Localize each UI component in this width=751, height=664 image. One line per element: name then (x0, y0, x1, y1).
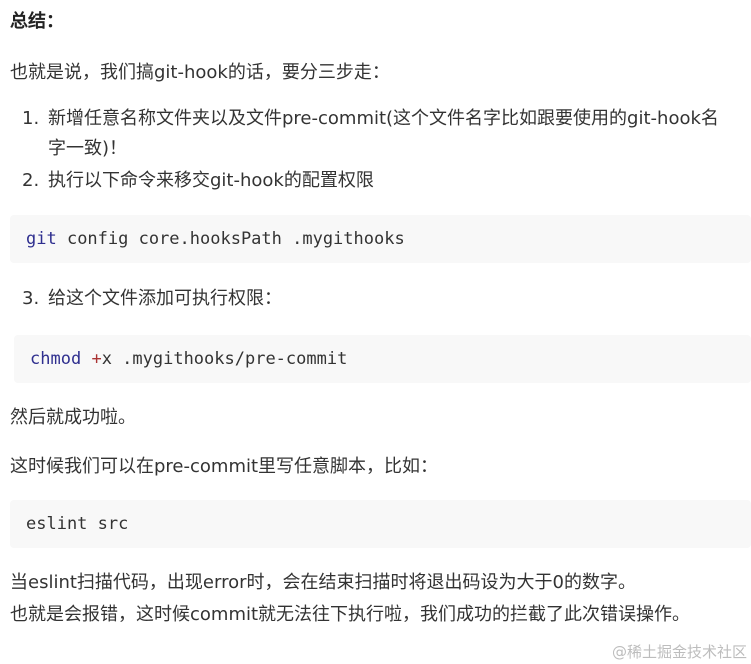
code-command: chmod (30, 349, 82, 369)
step-1-text: 新增任意名称文件夹以及文件pre-commit(这个文件名字比如跟要使用的git… (48, 108, 719, 159)
step-2-text: 执行以下命令来移交git-hook的配置权限 (48, 170, 374, 191)
code-block-git-config[interactable]: git config core.hooksPath .mygithooks (10, 215, 751, 263)
code-args: config core.hooksPath .mygithooks (56, 229, 405, 249)
explain-line-1: 当eslint扫描代码，出现error时，会在结束扫描时将退出码设为大于0的数字… (10, 572, 636, 593)
write-hint-text: 这时候我们可以在pre-commit里写任意脚本，比如： (10, 456, 439, 477)
code-command: git (26, 229, 57, 249)
intro-text: 也就是说，我们搞git-hook的话，要分三步走： (10, 62, 390, 83)
step-2-number: 2. (22, 170, 40, 191)
code-block-chmod[interactable]: chmod +x .mygithooks/pre-commit (14, 335, 751, 383)
code-operator: + (91, 349, 102, 369)
step-1-number: 1. (22, 108, 40, 129)
step-3-text: 给这个文件添加可执行权限： (48, 288, 282, 309)
code-block-eslint[interactable]: eslint src (10, 500, 751, 548)
success-text: 然后就成功啦。 (10, 407, 136, 428)
step-3-number: 3. (22, 288, 40, 309)
code-args: x .mygithooks/pre-commit (101, 349, 348, 369)
step-1: 1. 新增任意名称文件夹以及文件pre-commit(这个文件名字比如跟要使用的… (22, 104, 719, 159)
step-2: 2. 执行以下命令来移交git-hook的配置权限 (22, 166, 374, 196)
explain-line-2: 也就是会报错，这时候commit就无法往下执行啦，我们成功的拦截了此次错误操作。 (10, 604, 691, 625)
watermark: @稀土掘金技术社区 (611, 643, 747, 661)
step-3: 3. 给这个文件添加可执行权限： (22, 284, 282, 314)
section-title: 总结： (10, 11, 64, 32)
